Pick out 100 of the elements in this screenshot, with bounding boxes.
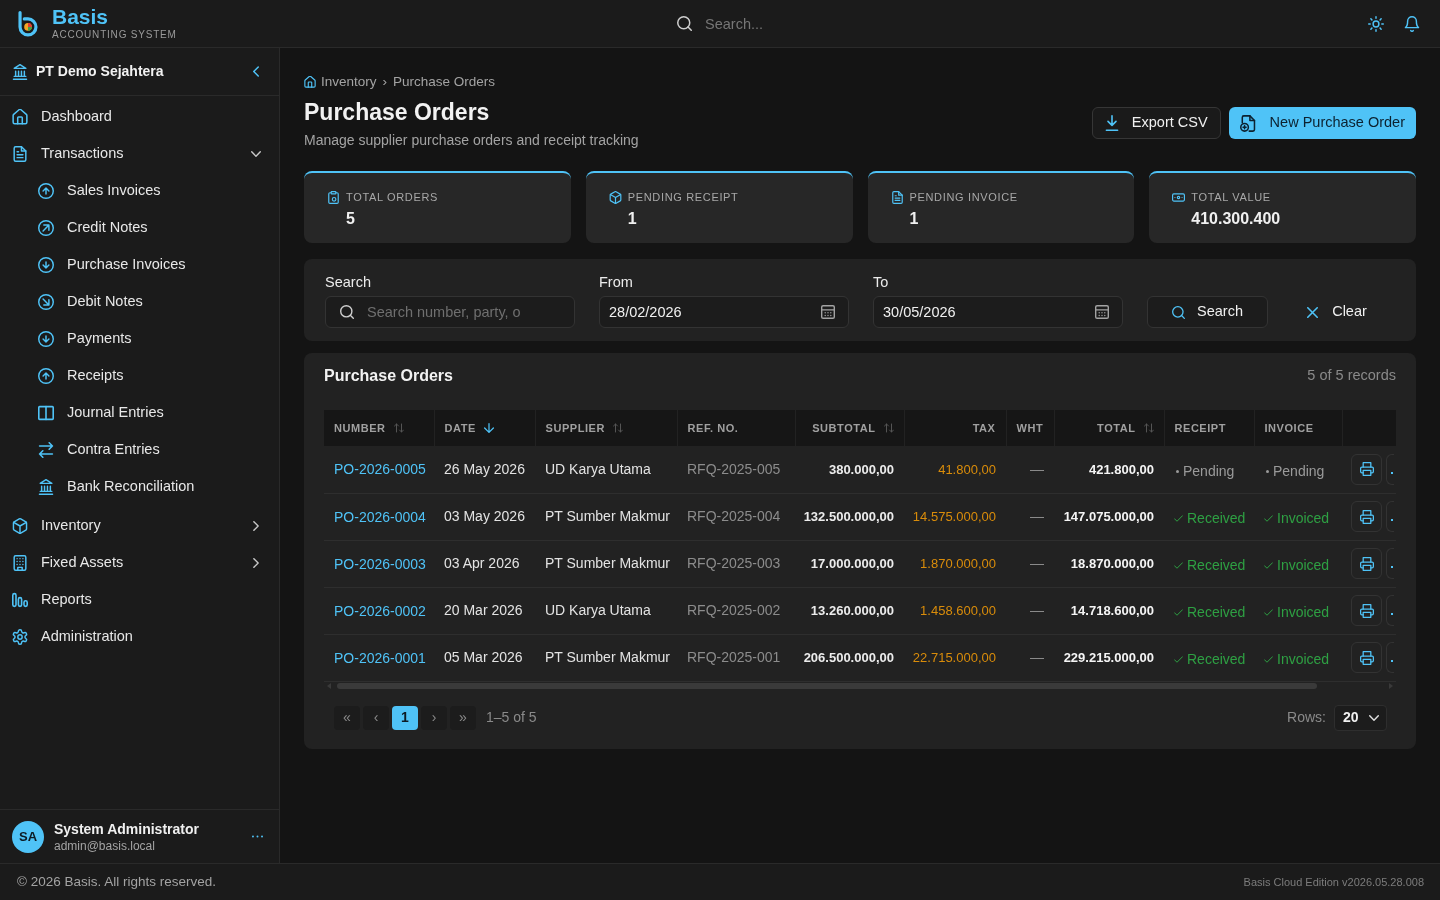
column-header[interactable]: SUPPLIER xyxy=(535,410,677,446)
po-number-link[interactable]: PO-2026-0002 xyxy=(334,602,426,619)
sidebar-collapse-button[interactable] xyxy=(253,66,259,77)
rows-per-page-select[interactable]: 20 xyxy=(1334,704,1387,731)
record-count: 5 of 5 records xyxy=(1307,366,1396,386)
search-field[interactable]: Search... xyxy=(670,7,1010,40)
chevron-left-icon xyxy=(253,66,259,77)
building-icon xyxy=(12,554,28,571)
table-cell: UD Karya Utama xyxy=(535,587,677,634)
column-header[interactable]: NUMBER xyxy=(324,410,434,446)
sidebar-item[interactable]: Inventory xyxy=(0,507,279,544)
next-page-button[interactable]: › xyxy=(421,705,447,730)
previous-page-button[interactable]: ‹ xyxy=(363,705,389,730)
notifications-button[interactable] xyxy=(1404,15,1420,32)
sidebar-subitem[interactable]: Bank Reconciliation xyxy=(0,468,279,505)
search-icon xyxy=(677,15,692,31)
check-icon xyxy=(1174,561,1183,569)
table-cell: 18.870.000,00 xyxy=(1054,540,1164,587)
table-cell: RFQ-2025-005 xyxy=(677,446,795,493)
po-number-link[interactable]: PO-2026-0001 xyxy=(334,649,426,666)
settings-icon xyxy=(12,628,28,645)
print-button[interactable] xyxy=(1351,501,1382,532)
bar-chart-icon xyxy=(12,591,28,608)
stat-value: 5 xyxy=(346,209,355,229)
document-icon xyxy=(890,190,904,204)
new-order-button[interactable]: New Purchase Order xyxy=(1228,107,1416,139)
first-page-button[interactable]: « xyxy=(334,705,360,730)
column-header: RECEIPT xyxy=(1164,410,1254,446)
home-icon xyxy=(12,108,28,125)
sidebar-item[interactable]: Transactions xyxy=(0,135,279,172)
table-cell: RFQ-2025-001 xyxy=(677,634,795,681)
user-menu-button[interactable] xyxy=(252,835,263,838)
sidebar-subitem[interactable]: Debit Notes xyxy=(0,283,279,320)
sidebar-subitem[interactable]: Journal Entries xyxy=(0,394,279,431)
print-button[interactable] xyxy=(1351,642,1382,673)
sidebar-subitem[interactable]: Payments xyxy=(0,320,279,357)
clear-button[interactable]: Clear xyxy=(1292,296,1382,328)
print-button[interactable] xyxy=(1351,595,1382,626)
sidebar-subitem[interactable]: Sales Invoices xyxy=(0,172,279,209)
sidebar-item[interactable]: Fixed Assets xyxy=(0,544,279,581)
logo-icon xyxy=(18,10,38,37)
status-label: Invoiced xyxy=(1277,649,1330,669)
user-avatar: SA xyxy=(12,820,44,853)
status-label: Invoiced xyxy=(1277,508,1330,528)
user-email: admin@basis.local xyxy=(54,837,156,854)
page-button[interactable]: 1 xyxy=(392,705,418,730)
po-number-link[interactable]: PO-2026-0005 xyxy=(334,461,426,478)
status-label: Pending xyxy=(1183,462,1235,482)
export-csv-button[interactable]: Export CSV xyxy=(1091,107,1221,139)
page-range: 1–5 of 5 xyxy=(486,708,537,727)
search-input[interactable]: Search number, party, o xyxy=(325,296,575,328)
field-label: From xyxy=(599,273,634,292)
status-label: Invoiced xyxy=(1277,602,1330,622)
file-plus-icon xyxy=(1239,114,1256,132)
search-button[interactable]: Search xyxy=(1147,296,1268,328)
arrow-up-circle-icon xyxy=(38,182,54,199)
table-cell: 132.500.000,00 xyxy=(795,493,904,540)
sidebar-subitem[interactable]: Purchase Invoices xyxy=(0,246,279,283)
sidebar-subitem[interactable]: Contra Entries xyxy=(0,431,279,468)
breadcrumb-current: Purchase Orders xyxy=(393,72,496,91)
more-icon xyxy=(252,835,263,838)
po-number-link[interactable]: PO-2026-0004 xyxy=(334,508,426,525)
sidebar-item[interactable]: Administration xyxy=(0,618,279,655)
status-label: Received xyxy=(1187,649,1246,669)
search-icon xyxy=(1172,305,1185,319)
column-header: TAX xyxy=(904,410,1006,446)
print-button[interactable] xyxy=(1351,548,1382,579)
table-cell: 14.575.000,00 xyxy=(904,493,1006,540)
table-cell: 1.458.600,00 xyxy=(904,587,1006,634)
check-icon xyxy=(1174,514,1183,522)
status-label: Received xyxy=(1187,602,1246,622)
column-header: INVOICE xyxy=(1254,410,1342,446)
breadcrumb-link[interactable]: Inventory xyxy=(321,71,377,93)
sidebar-item[interactable]: Dashboard xyxy=(0,98,279,135)
page-title: Purchase Orders xyxy=(304,98,491,127)
date-field[interactable]: 30/05/2026 xyxy=(873,296,1123,328)
sun-icon xyxy=(1368,15,1384,32)
table-cell: 421.800,00 xyxy=(1054,446,1164,493)
table-cell: 05 Mar 2026 xyxy=(434,634,535,681)
printer-icon xyxy=(1359,556,1374,571)
sidebar-item[interactable]: Reports xyxy=(0,581,279,618)
po-number-link[interactable]: PO-2026-0003 xyxy=(334,555,426,572)
check-icon xyxy=(1264,655,1273,663)
table-cell: 03 May 2026 xyxy=(434,493,535,540)
column-header[interactable]: DATE xyxy=(434,410,535,446)
column-header[interactable]: SUBTOTAL xyxy=(795,410,904,446)
stat-label: PENDING RECEIPT xyxy=(627,190,739,205)
rows-label: Rows: xyxy=(1287,708,1326,727)
theme-toggle-button[interactable] xyxy=(1368,15,1384,32)
table-cell: — xyxy=(1006,493,1054,540)
scrollbar-thumb[interactable] xyxy=(337,682,1317,689)
sidebar-subitem[interactable]: Receipts xyxy=(0,357,279,394)
table-title: Purchase Orders xyxy=(324,366,453,386)
last-page-button[interactable]: » xyxy=(450,705,476,730)
table-cell: 20 Mar 2026 xyxy=(434,587,535,634)
print-button[interactable] xyxy=(1351,453,1382,485)
sidebar-subitem[interactable]: Credit Notes xyxy=(0,209,279,246)
printer-icon xyxy=(1359,462,1374,477)
column-header[interactable]: TOTAL xyxy=(1054,410,1164,446)
date-field[interactable]: 28/02/2026 xyxy=(599,296,849,328)
